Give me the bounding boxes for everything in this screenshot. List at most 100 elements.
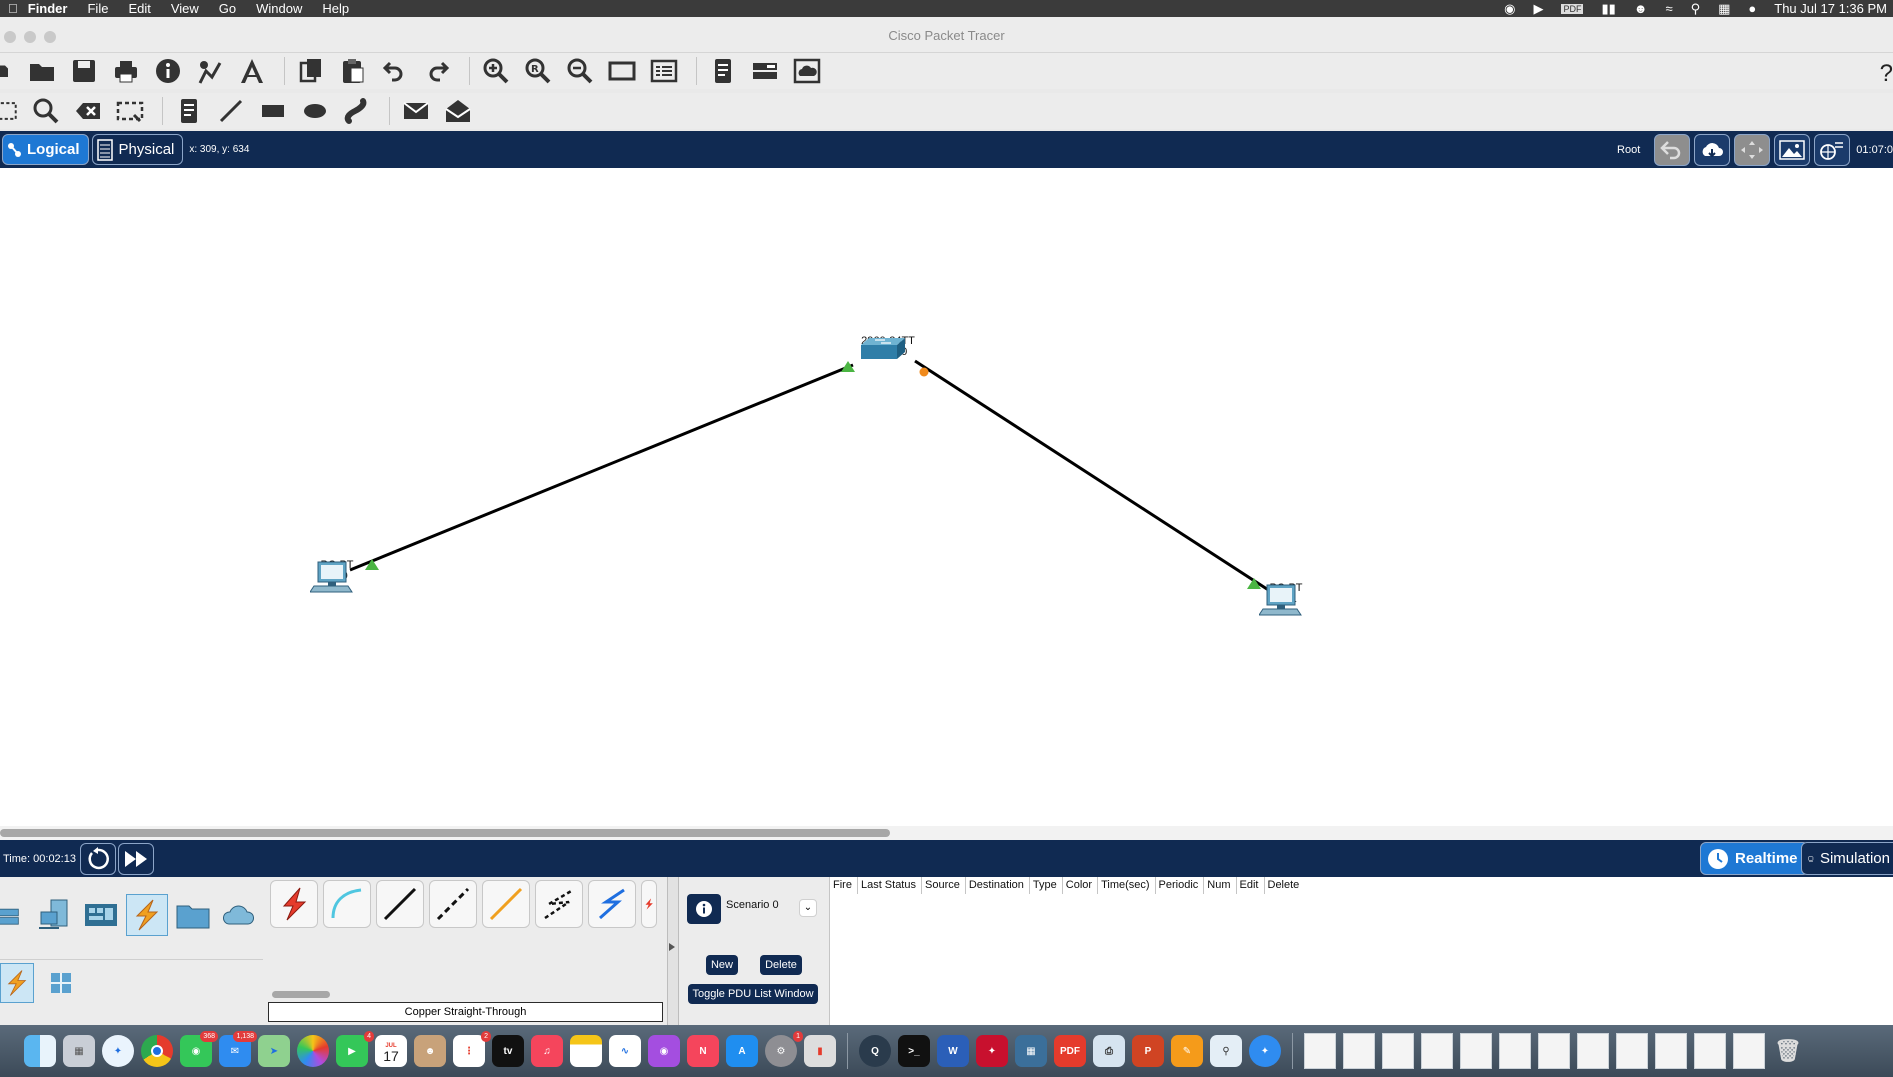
fast-forward-button[interactable] [117,842,154,875]
spotlight-search-icon[interactable]: ⚲ [1691,1,1701,17]
pdf-expert-icon[interactable]: PDF [1054,1035,1086,1067]
reminders-icon[interactable]: ⋮ 2 [453,1031,491,1067]
realtime-mode-button[interactable]: Realtime [1700,842,1809,875]
news-icon[interactable]: N [687,1035,719,1067]
menu-file[interactable]: File [87,1,108,16]
chrome-icon[interactable] [141,1035,173,1067]
cable-fiber[interactable] [482,880,530,928]
place-note-icon[interactable] [171,95,207,127]
minimized-window-thumbnail[interactable] [1538,1033,1570,1069]
delete-tool-icon[interactable] [70,95,106,127]
panel-splitter[interactable] [667,877,679,1025]
chevron-down-icon[interactable]: ⌄ [799,899,817,917]
control-center-icon[interactable]: ▦ [1718,1,1730,17]
minimized-window-thumbnail[interactable] [1577,1033,1609,1069]
pdu-col-time[interactable]: Time(sec) [1098,877,1156,894]
redo-button[interactable] [419,55,455,87]
logical-workspace-canvas[interactable]: 2960-24TT Switch0 PC-PT PC0 PC-PT PC1 [0,168,1893,826]
mail-icon[interactable]: ✉ 1,138 [219,1031,257,1067]
system-settings-icon[interactable]: ⚙ 1 [765,1031,803,1067]
scrollbar-thumb[interactable] [0,829,890,837]
switch0-device[interactable]: 2960-24TT Switch0 [855,336,921,359]
device-template-button[interactable] [747,55,783,87]
freeform-icon[interactable]: ∿ [609,1035,641,1067]
new-file-button[interactable] [0,55,14,87]
preview-icon[interactable]: ⚲ [1210,1035,1242,1067]
tab-physical[interactable]: Physical [91,134,184,165]
powerpoint-icon[interactable]: P [1132,1035,1164,1067]
pdu-col-last-status[interactable]: Last Status [858,877,922,894]
contacts-icon[interactable]: ☻ [414,1035,446,1067]
printer-icon[interactable]: ⎙ [1093,1035,1125,1067]
minimized-window-thumbnail[interactable] [1304,1033,1336,1069]
subcategory-grid[interactable] [44,963,78,1003]
power-cycle-button[interactable] [79,842,116,875]
minimized-window-thumbnail[interactable] [1343,1033,1375,1069]
packet-tracer-icon[interactable]: ▦ [1015,1035,1047,1067]
add-simple-pdu-icon[interactable] [398,95,434,127]
menu-go[interactable]: Go [219,1,236,16]
pc0-device[interactable]: PC-PT PC0 [310,560,364,593]
notes-icon[interactable] [570,1035,602,1067]
category-end-devices[interactable] [34,894,76,936]
canvas-horizontal-scrollbar[interactable] [0,826,1893,840]
cable-console[interactable] [323,880,371,928]
music-icon[interactable]: ♫ [531,1035,563,1067]
maps-icon[interactable]: ➤ [258,1035,290,1067]
pdu-col-fire[interactable]: Fire [830,877,858,894]
copy-button[interactable] [293,55,329,87]
zoom-reset-icon[interactable]: R [520,55,556,87]
play-icon[interactable]: ▶ [1533,1,1543,17]
viewport-button[interactable] [1814,133,1851,166]
pdu-col-type[interactable]: Type [1030,877,1063,894]
back-level-button[interactable] [1654,133,1691,166]
cable-list-scrollbar[interactable] [272,991,330,998]
tab-logical[interactable]: Logical [2,134,89,165]
cable-serial-dce[interactable] [641,880,657,928]
cable-automatic[interactable] [270,880,318,928]
add-complex-pdu-icon[interactable] [440,95,476,127]
pdu-col-periodic[interactable]: Periodic [1156,877,1205,894]
terminal-icon[interactable]: >_ [898,1035,930,1067]
iphone-mirroring-icon[interactable]: ▮ [804,1035,836,1067]
zoom-in-icon[interactable] [478,55,514,87]
simulation-mode-button[interactable]: Simulation [1801,842,1893,875]
user-icon[interactable]: ☻ [1634,1,1648,16]
minimized-window-thumbnail[interactable] [1616,1033,1648,1069]
minimized-window-thumbnail[interactable] [1733,1033,1765,1069]
menu-window[interactable]: Window [256,1,302,16]
network-wizard-button[interactable] [192,55,228,87]
menu-help[interactable]: Help [322,1,349,16]
save-button[interactable] [66,55,102,87]
paste-button[interactable] [335,55,371,87]
resize-shape-icon[interactable] [112,95,148,127]
minimized-window-thumbnail[interactable] [1694,1033,1726,1069]
help-icon[interactable]: ? [1880,60,1893,88]
custom-device-dialog-button[interactable] [646,55,682,87]
siri-icon[interactable]: ● [1748,1,1756,16]
pdu-col-edit[interactable]: Edit [1237,877,1265,894]
pc1-device[interactable]: PC-PT PC1 [1259,583,1313,616]
menubar-clock[interactable]: Thu Jul 17 1:36 PM [1774,1,1887,16]
expand-arrow-icon[interactable] [669,943,675,951]
pdf-icon[interactable]: PDF [1561,3,1584,14]
acrobat-icon[interactable]: ✦ [976,1035,1008,1067]
quicktime-icon[interactable]: Q [859,1035,891,1067]
category-multiuser[interactable] [218,894,260,936]
pdu-col-num[interactable]: Num [1204,877,1237,894]
minimized-window-thumbnail[interactable] [1499,1033,1531,1069]
messages-icon[interactable]: ◉ 368 [180,1031,218,1067]
draw-rectangle-icon[interactable] [255,95,291,127]
freeform-icon[interactable] [339,95,375,127]
new-cluster-button[interactable] [1694,133,1731,166]
minimized-window-thumbnail[interactable] [1460,1033,1492,1069]
minimized-window-thumbnail[interactable] [1421,1033,1453,1069]
scenario-select[interactable]: Scenario 0 [726,899,796,911]
cable-copper-cross-over[interactable] [429,880,477,928]
pdu-col-source[interactable]: Source [922,877,966,894]
delete-scenario-button[interactable]: Delete [760,955,802,975]
category-network-devices[interactable] [0,894,30,936]
launchpad-icon[interactable]: ▦ [63,1035,95,1067]
minimized-window-thumbnail[interactable] [1382,1033,1414,1069]
minimized-window-thumbnail[interactable] [1655,1033,1687,1069]
